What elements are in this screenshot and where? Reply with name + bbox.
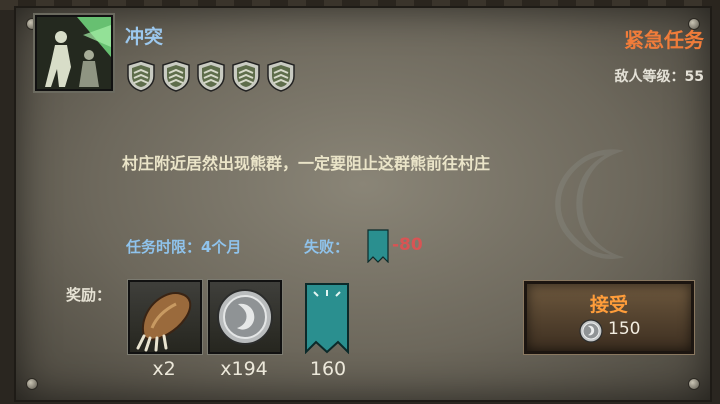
enemy-level: 敌人等级：55 bbox=[614, 69, 704, 85]
reward-count: 160 bbox=[309, 358, 347, 380]
shield-icon bbox=[267, 60, 295, 92]
shield-icon bbox=[162, 60, 190, 92]
accept-cost: 150 bbox=[608, 319, 641, 339]
reward-label: 奖励： bbox=[66, 286, 112, 304]
mission-title: 冲突 bbox=[125, 26, 164, 48]
fail-label: 失败： bbox=[304, 238, 350, 256]
bear-claw-icon bbox=[136, 292, 192, 352]
mission-description: 村庄附近居然出现熊群，一定要阻止这群熊前往村庄 bbox=[122, 154, 491, 173]
rivet bbox=[26, 378, 38, 390]
reward-count: x2 bbox=[152, 358, 176, 380]
time-limit: 任务时限：4个月 bbox=[126, 238, 242, 256]
fail-value: -80 bbox=[392, 235, 423, 255]
difficulty-shields bbox=[126, 60, 296, 92]
faction-banner-icon[interactable] bbox=[304, 282, 350, 354]
reward-count: x194 bbox=[220, 358, 268, 380]
reward-item-bear-claw[interactable] bbox=[128, 280, 202, 354]
shield-icon bbox=[127, 60, 155, 92]
accept-label: 接受 bbox=[589, 294, 628, 316]
accept-button[interactable]: 接受 150 bbox=[524, 281, 694, 354]
shield-icon bbox=[197, 60, 225, 92]
mission-portrait bbox=[35, 15, 113, 91]
reward-item-silver-coin[interactable] bbox=[208, 280, 282, 354]
mission-type-label: 紧急任务 bbox=[624, 28, 704, 52]
faction-watermark: ☾ bbox=[542, 121, 678, 295]
silver-coin-icon bbox=[217, 289, 273, 345]
shield-icon bbox=[232, 60, 260, 92]
silver-coin-icon bbox=[579, 319, 603, 343]
faction-banner-icon bbox=[367, 229, 389, 263]
rivet bbox=[688, 378, 700, 390]
